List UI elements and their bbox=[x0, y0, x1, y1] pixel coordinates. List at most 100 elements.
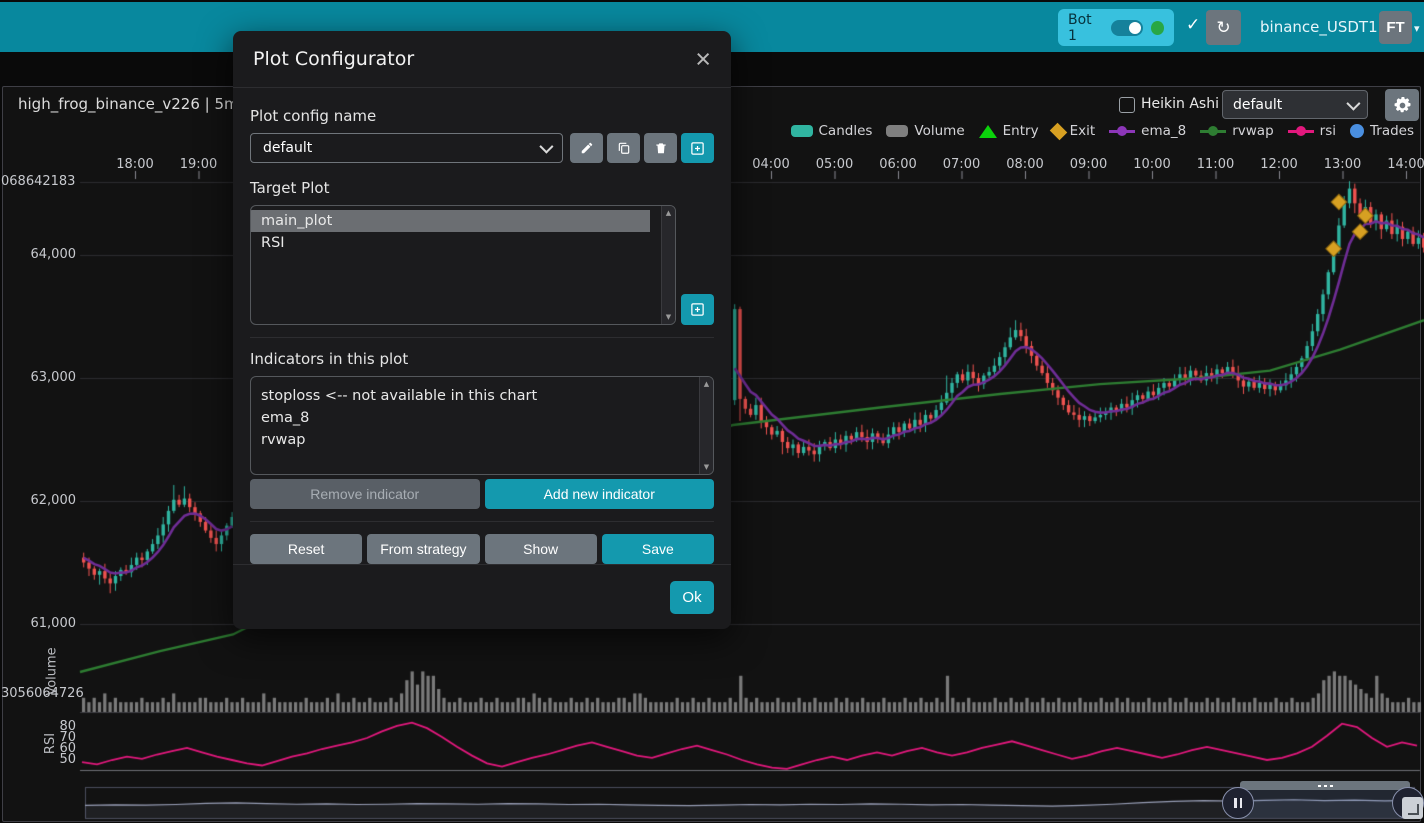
check-icon: ✓ bbox=[1186, 15, 1200, 35]
plot-config-select-value: default bbox=[1233, 97, 1282, 113]
chart-resize-grip[interactable] bbox=[1240, 781, 1410, 790]
datazoom-left-handle[interactable] bbox=[1222, 787, 1254, 819]
scroll-up-icon[interactable]: ▲ bbox=[662, 209, 675, 217]
add-config-button[interactable] bbox=[681, 133, 714, 163]
scroll-up-icon[interactable]: ▲ bbox=[700, 380, 713, 388]
resize-corner-handle[interactable] bbox=[1402, 797, 1423, 819]
rsi-axis-label: RSI bbox=[43, 733, 58, 754]
trades-circle-icon bbox=[1350, 124, 1364, 138]
price-tick-label: 63,000 bbox=[31, 370, 77, 385]
legend-swatch bbox=[886, 125, 908, 137]
add-new-indicator-button[interactable]: Add new indicator bbox=[485, 479, 715, 509]
delete-config-button[interactable] bbox=[644, 133, 677, 163]
line-dot-icon bbox=[1200, 126, 1226, 136]
scroll-down-icon[interactable]: ▼ bbox=[662, 313, 675, 321]
axis-tick-label: 13:00 bbox=[1324, 157, 1361, 172]
config-name-select-value: default bbox=[263, 140, 312, 156]
bot-online-dot bbox=[1151, 21, 1164, 35]
remove-indicator-button[interactable]: Remove indicator bbox=[250, 479, 480, 509]
axis-tick-label: 08:00 bbox=[1006, 157, 1043, 172]
target-plot-label: Target Plot bbox=[250, 179, 714, 197]
axis-tick-label: 19:00 bbox=[180, 157, 217, 172]
add-plot-button[interactable] bbox=[681, 294, 714, 325]
trash-icon bbox=[654, 141, 668, 155]
bot-toggle[interactable] bbox=[1111, 20, 1143, 36]
dialog-header: Plot Configurator × bbox=[233, 31, 731, 88]
bot-selector[interactable]: Bot 1 bbox=[1058, 9, 1174, 46]
legend-label: rsi bbox=[1320, 123, 1336, 139]
axis-tick-label: 04:00 bbox=[752, 157, 789, 172]
line-dot-icon bbox=[1109, 126, 1135, 136]
freqtrade-ui: Bot 1 ✓ ↻ binance_USDT1 FT ▾ high_frog_b… bbox=[0, 0, 1424, 823]
axis-tick-label: 12:00 bbox=[1260, 157, 1297, 172]
save-button[interactable]: Save bbox=[602, 534, 714, 564]
legend-label: Candles bbox=[819, 123, 873, 139]
caret-down-icon: ▾ bbox=[1414, 22, 1420, 35]
target-plot-listbox: main_plotRSI ▲ ▼ bbox=[250, 205, 676, 325]
chart-title: high_frog_binance_v226 | 5m bbox=[18, 95, 239, 113]
gear-icon bbox=[1394, 97, 1411, 114]
legend-item-Candles[interactable]: Candles bbox=[791, 123, 873, 139]
refresh-button[interactable]: ↻ bbox=[1206, 10, 1241, 45]
plus-square-icon bbox=[690, 141, 705, 156]
exit-diamond-icon bbox=[1049, 122, 1067, 140]
legend-item-Exit[interactable]: Exit bbox=[1053, 123, 1096, 139]
target-plot-item[interactable]: main_plot bbox=[251, 210, 650, 232]
axis-tick-label: 05:00 bbox=[816, 157, 853, 172]
axis-tick-label: 11:00 bbox=[1197, 157, 1234, 172]
axis-tick-label: 06:00 bbox=[879, 157, 916, 172]
axis-tick-label: 10:00 bbox=[1133, 157, 1170, 172]
legend-label: rvwap bbox=[1232, 123, 1273, 139]
edit-config-button[interactable] bbox=[570, 133, 603, 163]
price-tick-label: 62,000 bbox=[31, 493, 77, 508]
clipped-axis-label: 068642183 bbox=[1, 174, 75, 189]
indicator-item[interactable]: ema_8 bbox=[251, 407, 700, 429]
close-button[interactable]: × bbox=[695, 49, 711, 69]
legend-item-rvwap[interactable]: rvwap bbox=[1200, 123, 1273, 139]
scrollbar[interactable]: ▲ ▼ bbox=[661, 206, 675, 324]
show-button[interactable]: Show bbox=[485, 534, 597, 564]
axis-tick-label: 09:00 bbox=[1070, 157, 1107, 172]
scrollbar[interactable]: ▲ ▼ bbox=[699, 377, 713, 474]
reset-button[interactable]: Reset bbox=[250, 534, 362, 564]
chart-legend: Candles Volume Entry Exit ema_8 rvwap rsi Trade… bbox=[791, 123, 1415, 139]
indicators-listbox: stoploss <-- not available in this chart… bbox=[250, 376, 714, 475]
legend-swatch bbox=[791, 125, 813, 137]
axis-tick-label: 07:00 bbox=[943, 157, 980, 172]
duplicate-config-button[interactable] bbox=[607, 133, 640, 163]
target-plot-item[interactable]: RSI bbox=[251, 232, 662, 254]
legend-label: Volume bbox=[914, 123, 964, 139]
legend-item-Trades[interactable]: Trades bbox=[1350, 123, 1414, 139]
heikin-ashi-checkbox[interactable] bbox=[1119, 97, 1135, 113]
pair-label: binance_USDT1 bbox=[1260, 18, 1378, 36]
plot-settings-button[interactable] bbox=[1385, 89, 1419, 121]
from-strategy-button[interactable]: From strategy bbox=[367, 534, 479, 564]
plot-config-select[interactable]: default bbox=[1222, 90, 1368, 119]
legend-item-Entry[interactable]: Entry bbox=[979, 123, 1039, 139]
legend-label: Exit bbox=[1070, 123, 1096, 139]
legend-label: Trades bbox=[1370, 123, 1414, 139]
scroll-down-icon[interactable]: ▼ bbox=[700, 463, 713, 471]
dialog-footer: Ok bbox=[233, 564, 731, 630]
pencil-icon bbox=[580, 141, 594, 155]
ft-logo-button[interactable]: FT bbox=[1379, 11, 1412, 44]
legend-item-rsi[interactable]: rsi bbox=[1288, 123, 1336, 139]
plus-square-icon bbox=[690, 302, 705, 317]
legend-item-ema_8[interactable]: ema_8 bbox=[1109, 123, 1186, 139]
plot-configurator-dialog: Plot Configurator × Plot config name def… bbox=[233, 31, 731, 629]
heikin-ashi-label: Heikin Ashi bbox=[1141, 96, 1219, 112]
line-dot-icon bbox=[1288, 126, 1314, 136]
chevron-down-icon bbox=[1346, 96, 1360, 110]
indicators-label: Indicators in this plot bbox=[250, 350, 714, 368]
axis-tick-label: 14:00 bbox=[1387, 157, 1424, 172]
indicator-item[interactable]: rvwap bbox=[251, 429, 700, 451]
ok-button[interactable]: Ok bbox=[670, 581, 714, 614]
bot-name-label: Bot 1 bbox=[1068, 12, 1103, 44]
dialog-body: Plot config name default bbox=[233, 88, 731, 564]
price-tick-label: 61,000 bbox=[31, 616, 77, 631]
legend-label: Entry bbox=[1003, 123, 1039, 139]
indicator-item[interactable]: stoploss <-- not available in this chart bbox=[251, 385, 700, 407]
volume-max-label: 3056064726 bbox=[1, 686, 84, 701]
legend-item-Volume[interactable]: Volume bbox=[886, 123, 964, 139]
config-name-select[interactable]: default bbox=[250, 133, 563, 163]
